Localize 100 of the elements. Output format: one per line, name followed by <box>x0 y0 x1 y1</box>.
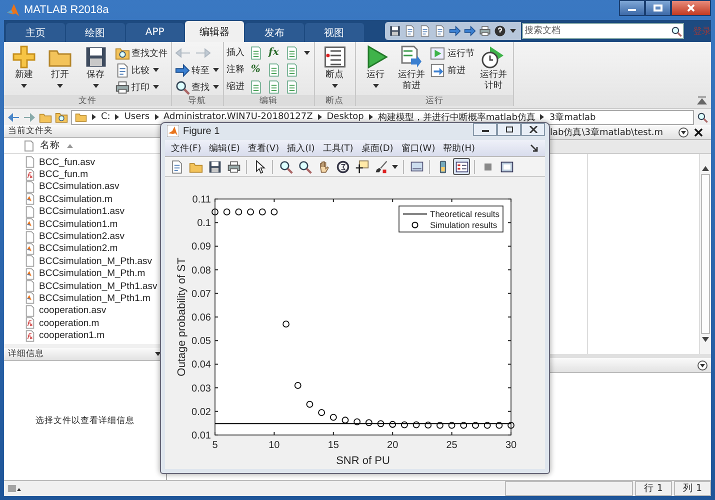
menu-item[interactable]: 文件(F) <box>171 142 202 155</box>
legend-label: Theoretical results <box>430 209 500 220</box>
ribbon-button[interactable]: % <box>248 64 263 75</box>
path-segment[interactable]: Administrator.WIN7U-20180127Z <box>164 112 313 122</box>
path-segment[interactable]: C: <box>101 112 110 122</box>
ribbon-button[interactable]: 保存 <box>78 45 113 95</box>
file-item[interactable]: BCCsimulation.m <box>24 193 112 206</box>
file-item[interactable]: cooperation.m <box>24 317 100 330</box>
ribbon-button[interactable]: 打开 <box>42 45 77 95</box>
ribbon-tab[interactable]: 发布 <box>245 23 304 42</box>
file-item[interactable]: BCCsimulation1.asv <box>24 206 125 218</box>
ribbon-button[interactable]: 运行并计时 <box>476 45 510 95</box>
menu-item[interactable]: 查看(V) <box>248 142 280 155</box>
restore-icon <box>504 126 514 133</box>
menu-item[interactable]: 窗口(W) <box>401 142 436 155</box>
ribbon-button[interactable]: 查找文件 <box>114 45 168 61</box>
ribbon-tab[interactable]: 主页 <box>6 23 65 42</box>
grip-icon[interactable] <box>8 484 22 493</box>
toolbar-button[interactable] <box>353 158 370 176</box>
file-item[interactable]: BCCsimulation_M_Pth1.asv <box>24 280 158 292</box>
ribbon-button[interactable]: 运行并前进 <box>394 45 428 95</box>
ribbon-button[interactable]: 缩进 <box>226 80 245 93</box>
ribbon-button[interactable]: 前进 <box>430 62 474 78</box>
file-item[interactable]: cooperation.asv <box>24 304 106 318</box>
ribbon-tab[interactable]: 绘图 <box>66 23 124 42</box>
restore-button[interactable] <box>497 123 521 136</box>
ribbon-button[interactable]: 注释 <box>226 63 245 76</box>
ribbon-button[interactable]: 查找 <box>174 79 220 95</box>
close-button[interactable] <box>521 123 545 136</box>
data-point <box>484 422 491 429</box>
menu-item[interactable]: 帮助(H) <box>443 142 475 155</box>
maximize-button[interactable] <box>645 0 671 16</box>
minimize-button[interactable] <box>619 0 645 16</box>
data-point <box>318 409 325 416</box>
menu-item[interactable]: 编辑(E) <box>209 142 240 155</box>
file-icon <box>24 206 36 218</box>
group-label: 导航 <box>172 95 223 106</box>
scrollbar[interactable] <box>699 154 711 354</box>
data-point <box>496 422 503 429</box>
file-item[interactable]: BCCsimulation.asv <box>24 180 120 194</box>
matlab-logo-icon <box>6 3 20 17</box>
ribbon-button[interactable]: 运行 <box>358 45 392 95</box>
ribbon-button[interactable]: 转至 <box>174 62 220 78</box>
ribbon-button[interactable] <box>248 46 263 60</box>
ribbon-button[interactable]: 断点 <box>318 45 352 95</box>
right-arrow-icon <box>194 47 211 59</box>
path-segment[interactable]: 构建模型，并进行中断概率matlab仿真 <box>378 110 536 124</box>
ribbon-button[interactable]: 插入 <box>226 46 245 59</box>
path-segment[interactable]: 3章matlab <box>549 110 596 124</box>
minimize-button[interactable] <box>473 123 497 136</box>
file-item[interactable]: BCCsimulation_M_Pth.m <box>24 268 146 280</box>
close-button[interactable] <box>671 0 711 16</box>
data-point <box>282 320 290 328</box>
ribbon-button[interactable] <box>248 80 263 94</box>
scroll-thumb[interactable] <box>701 174 710 334</box>
y-tick-label: 0.02 <box>192 406 211 418</box>
file-item[interactable]: BCCsimulation2.m <box>24 242 118 256</box>
ribbon-tab[interactable]: APP <box>126 23 184 42</box>
dock-arrow-icon[interactable] <box>530 144 539 153</box>
data-point <box>448 422 456 429</box>
close-icon[interactable] <box>694 128 703 136</box>
ribbon-button[interactable] <box>266 80 281 94</box>
ribbon-tab[interactable]: 视图 <box>304 23 364 42</box>
file-item[interactable]: cooperation1.m <box>24 329 104 342</box>
ribbon-button[interactable]: 打印 <box>114 79 168 95</box>
toolbar-button[interactable] <box>334 158 351 176</box>
menu-item[interactable]: 桌面(D) <box>361 142 394 155</box>
function-file-icon <box>24 317 36 330</box>
file-item[interactable]: BCCsimulation1.m <box>24 218 118 230</box>
path-segment[interactable]: Users <box>124 112 150 122</box>
path-segment[interactable]: Desktop <box>326 112 364 122</box>
panel-title: 详细信息 <box>8 348 44 360</box>
ribbon-button[interactable] <box>284 46 299 60</box>
dropdown-icon[interactable] <box>678 126 689 138</box>
file-item[interactable]: BCCsimulation2.asv <box>24 230 125 243</box>
toolbar-button[interactable] <box>453 158 470 176</box>
menu-item[interactable]: 插入(I) <box>287 142 315 155</box>
ribbon-button[interactable] <box>284 62 299 76</box>
ribbon-button[interactable]: 运行节 <box>430 45 474 61</box>
ribbon-button[interactable] <box>266 62 281 76</box>
menu-item[interactable]: 工具(T) <box>322 142 354 155</box>
y-tick-label: 0.11 <box>192 194 211 206</box>
file-item[interactable]: BCC_fun.m <box>24 168 88 181</box>
x-tick-label: 5 <box>212 440 218 452</box>
ribbon-button[interactable]: fx <box>266 47 281 58</box>
toolbar-button[interactable] <box>277 158 294 176</box>
ribbon-tab[interactable]: 编辑器 <box>185 21 244 42</box>
ribbon-button[interactable]: 比较 <box>114 62 168 78</box>
file-item[interactable]: BCCsimulation_M_Pth1.m <box>24 292 150 305</box>
ribbon-button[interactable]: 新建 <box>7 45 41 95</box>
document-icon <box>284 80 299 94</box>
ribbon-button[interactable] <box>284 80 299 94</box>
x-tick-label: 10 <box>268 440 280 452</box>
chevron-icon <box>316 113 323 121</box>
script-file-icon <box>24 292 36 304</box>
file-item[interactable]: BCC_fun.asv <box>24 156 95 168</box>
dropdown-icon[interactable] <box>697 360 708 370</box>
scroll-down-icon <box>702 337 709 342</box>
file-item[interactable]: BCCsimulation_M_Pth.asv <box>24 255 152 268</box>
toolbar-button[interactable] <box>296 158 313 176</box>
